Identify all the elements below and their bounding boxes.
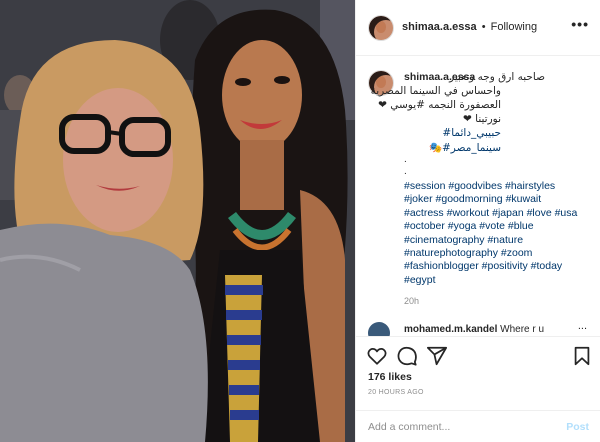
caption-arabic-line: صاحبه ارق وجه وتعبير: [449, 71, 545, 83]
hashtag-line[interactable]: #joker #goodmorning #kuwait: [404, 193, 594, 206]
following-button[interactable]: Following: [491, 21, 537, 33]
more-options-button[interactable]: •••: [571, 16, 589, 32]
post-photo[interactable]: [0, 0, 355, 442]
post-comment-button[interactable]: Post: [566, 421, 589, 433]
post-side-panel: shimaa.a.essa • Following ••• shimaa.a.e…: [355, 0, 600, 442]
post-timestamp[interactable]: 20 HOURS AGO: [368, 389, 424, 396]
caption-dot: .: [404, 154, 407, 165]
header-username-row: shimaa.a.essa • Following: [402, 21, 537, 33]
hashtag-line[interactable]: #naturephotography #zoom: [404, 247, 594, 260]
avatar[interactable]: [368, 15, 394, 41]
photo-illustration: [0, 0, 355, 442]
hashtag-line[interactable]: #actress #workout #japan #love #usa: [404, 207, 594, 220]
caption-area: shimaa.a.essa صاحبه ارق وجه وتعبير واحسا…: [356, 58, 600, 320]
hashtag-block: #session #goodvibes #hairstyles #joker #…: [404, 180, 594, 287]
hashtag-line[interactable]: #egypt: [404, 274, 594, 287]
comment-options-button[interactable]: ...: [578, 320, 587, 332]
hashtag-line[interactable]: #session #goodvibes #hairstyles: [404, 180, 594, 193]
commenter-username[interactable]: mohamed.m.kandel: [404, 324, 497, 335]
caption-arabic-line: نورتينا ❤: [462, 113, 501, 125]
hashtag-line[interactable]: #cinematography #nature: [404, 234, 594, 247]
caption-arabic-line: العصفورة النجمه #يوسي ❤: [378, 99, 501, 111]
action-bar: 176 likes 20 HOURS AGO: [356, 336, 600, 418]
likes-count[interactable]: 176 likes: [368, 371, 412, 383]
bookmark-icon[interactable]: [571, 345, 593, 367]
header-separator: •: [481, 21, 486, 33]
hashtag-line[interactable]: #fashionblogger #positivity #today: [404, 260, 594, 273]
heart-outline-icon[interactable]: [366, 345, 388, 367]
comment-text: Where r u: [500, 324, 545, 335]
commenter-avatar[interactable]: [368, 322, 390, 336]
comment-text-row: mohamed.m.kandel Where r u: [404, 324, 544, 335]
post-header: shimaa.a.essa • Following •••: [356, 0, 600, 56]
caption-arabic-hashtag[interactable]: حبيبي_دائما#: [442, 127, 501, 139]
comment-row: mohamed.m.kandel Where r u ...: [356, 320, 600, 336]
hashtag-line[interactable]: #october #yoga #vote #blue: [404, 220, 594, 233]
caption-arabic-hashtag[interactable]: سينما_مصر#🎭: [429, 141, 501, 154]
caption-timestamp[interactable]: 20h: [404, 296, 419, 306]
comment-input[interactable]: [368, 419, 548, 435]
speech-bubble-icon[interactable]: [396, 345, 418, 367]
add-comment-bar: Post: [356, 410, 600, 442]
paper-plane-icon[interactable]: [426, 345, 448, 367]
caption-dot: .: [404, 166, 407, 177]
caption-arabic-line: واحساس في السينما المصرية: [370, 85, 501, 97]
header-username[interactable]: shimaa.a.essa: [402, 21, 477, 33]
